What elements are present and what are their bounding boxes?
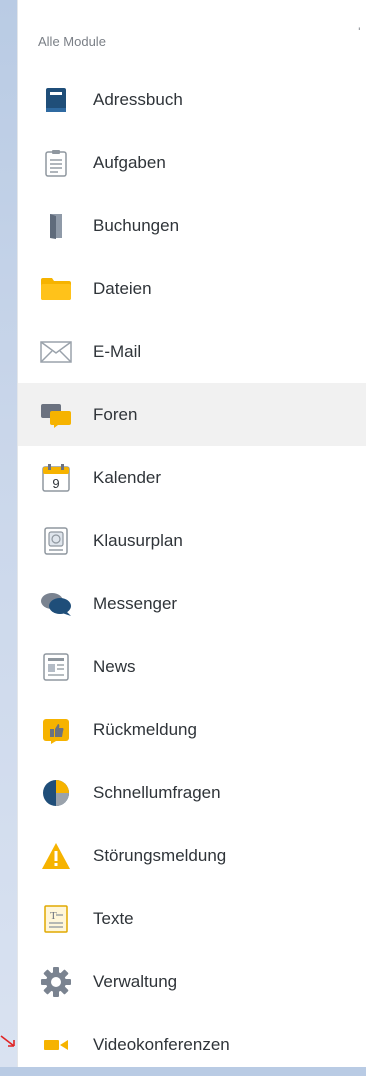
tasks-icon: [40, 147, 72, 179]
addressbook-icon: [40, 84, 72, 116]
module-item-label: Buchungen: [93, 215, 180, 235]
module-item-label: Texte: [93, 908, 134, 928]
module-item-buchungen[interactable]: Buchungen: [18, 194, 366, 257]
exam-plan-icon: [40, 525, 72, 557]
module-item-e-mail[interactable]: E-Mail: [18, 320, 366, 383]
module-item-adressbuch[interactable]: Adressbuch: [18, 68, 366, 131]
module-item-aufgaben[interactable]: Aufgaben: [18, 131, 366, 194]
pointer-arrow-icon: [0, 1035, 15, 1047]
feedback-icon: [40, 714, 72, 746]
messenger-icon: [40, 588, 72, 620]
module-item-klausurplan[interactable]: Klausurplan: [18, 509, 366, 572]
video-icon: [40, 1029, 72, 1061]
booking-icon: [40, 210, 72, 242]
module-list-header: Alle Module: [38, 34, 106, 49]
quick-poll-icon: [40, 777, 72, 809]
module-item-label: Kalender: [93, 467, 162, 487]
mail-icon: [40, 336, 72, 368]
svg-text:T: T: [50, 910, 57, 922]
module-item-foren[interactable]: Foren: [18, 383, 366, 446]
module-item-dateien[interactable]: Dateien: [18, 257, 366, 320]
calendar-icon: 9: [40, 462, 72, 494]
forum-icon: [40, 399, 72, 431]
module-item-label: News: [93, 656, 136, 676]
module-item-label: Aufgaben: [93, 152, 166, 172]
module-item-messenger[interactable]: Messenger: [18, 572, 366, 635]
module-item-texte[interactable]: T Texte: [18, 887, 366, 950]
module-item-label: Adressbuch: [93, 89, 183, 109]
calendar-day-number: 9: [52, 476, 59, 491]
module-item-schnellumfragen[interactable]: Schnellumfragen: [18, 761, 366, 824]
module-item-label: E-Mail: [93, 341, 142, 361]
module-panel: Alle Module ˈ Adressbuch Aufgaben Buchun…: [17, 0, 366, 1067]
text-icon: T: [40, 903, 72, 935]
module-item-rueckmeldung[interactable]: Rückmeldung: [18, 698, 366, 761]
gear-icon: [40, 966, 72, 998]
module-item-label: Schnellumfragen: [93, 782, 221, 802]
news-icon: [40, 651, 72, 683]
warning-icon: [40, 840, 72, 872]
module-item-kalender[interactable]: 9 Kalender: [18, 446, 366, 509]
module-item-label: Dateien: [93, 278, 152, 298]
module-item-label: Verwaltung: [93, 971, 178, 991]
module-item-news[interactable]: News: [18, 635, 366, 698]
panel-corner-mark: ˈ: [356, 26, 362, 43]
module-item-label: Störungsmeldung: [93, 845, 227, 865]
module-item-stoerungsmeldung[interactable]: Störungsmeldung: [18, 824, 366, 887]
module-item-label: Messenger: [93, 593, 178, 613]
folder-icon: [40, 273, 72, 305]
module-item-label: Foren: [93, 404, 138, 424]
module-item-verwaltung[interactable]: Verwaltung: [18, 950, 366, 1013]
module-item-label: Videokonferenzen: [93, 1034, 230, 1054]
module-item-label: Rückmeldung: [93, 719, 197, 739]
module-list: Adressbuch Aufgaben Buchungen Dateien E-…: [18, 68, 366, 1076]
module-item-label: Klausurplan: [93, 530, 183, 550]
